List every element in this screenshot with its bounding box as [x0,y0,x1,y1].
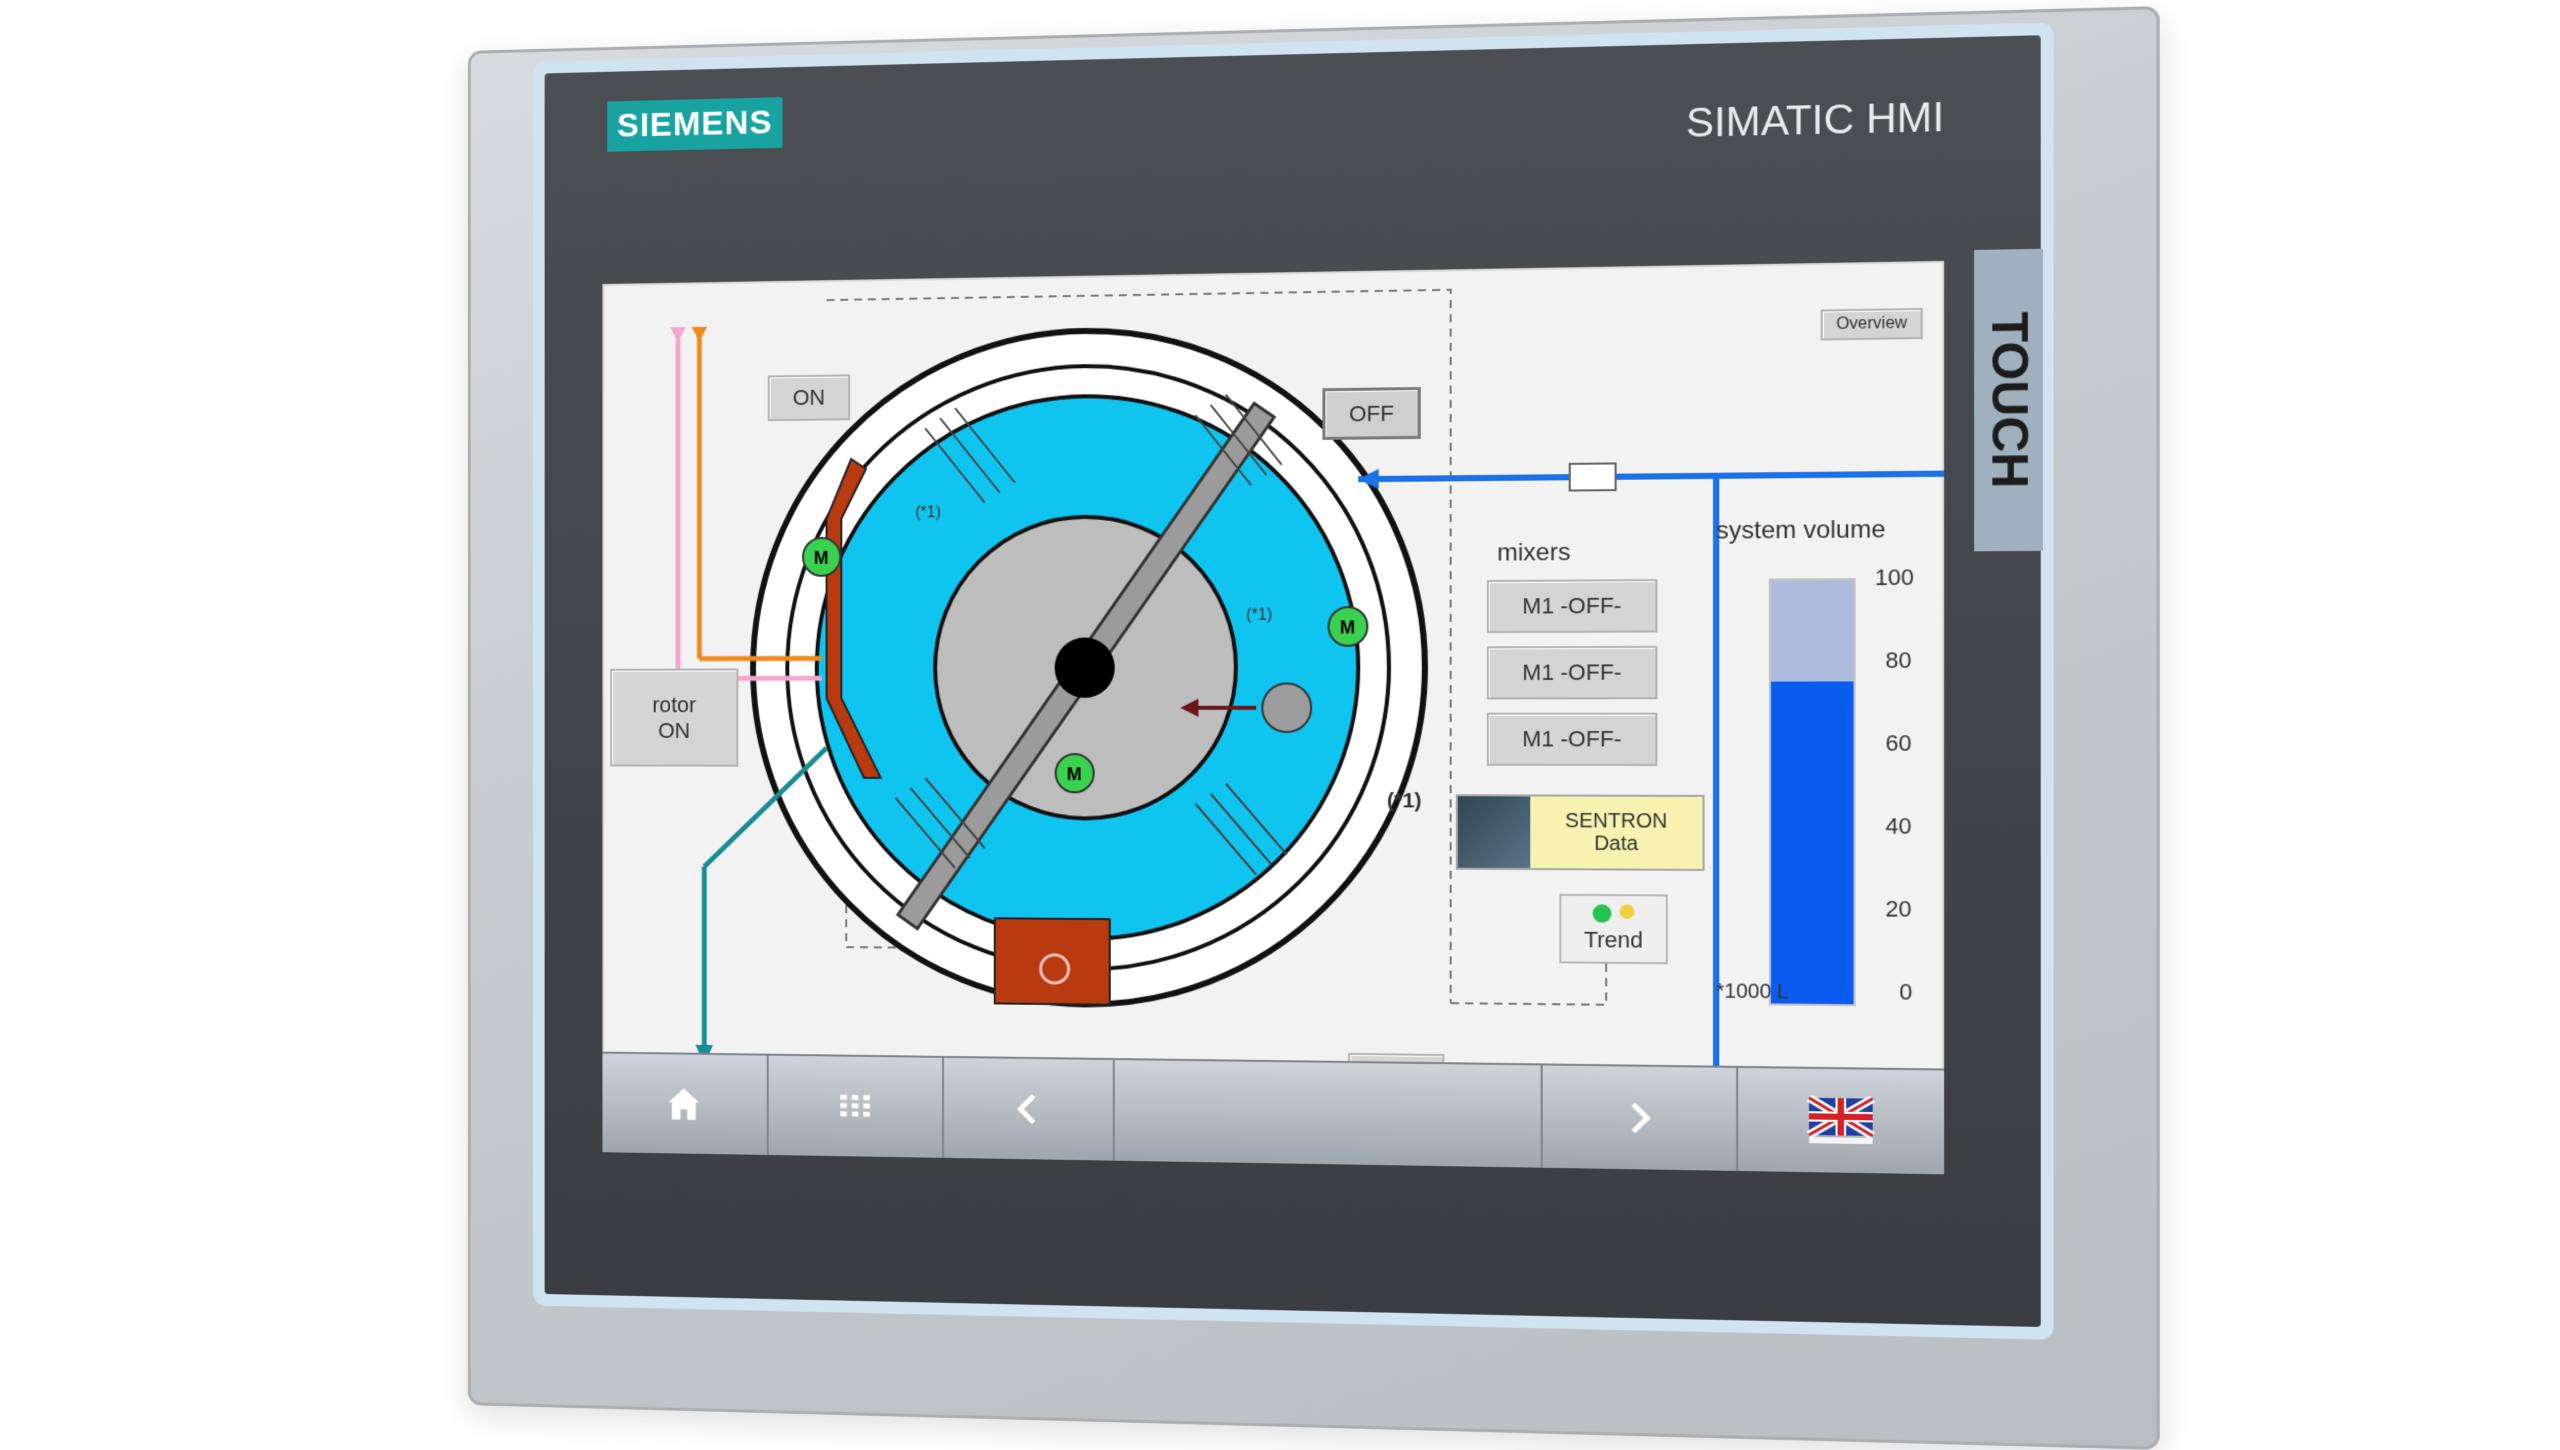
trend-label: Trend [1584,927,1643,954]
system-volume-empty [1771,580,1854,682]
hmi-screen: M M M [602,261,1944,1174]
chevron-right-icon [1618,1097,1660,1139]
green-indicator-icon [1593,904,1612,923]
volume-scale-60: 60 [1885,730,1911,757]
grid-icon [835,1086,874,1126]
hmi-device: SIEMENS SIMATIC HMI TOUCH [468,6,2160,1450]
mixer-status-1[interactable]: M1 -OFF- [1487,579,1658,633]
top-right-off-button[interactable]: OFF [1322,387,1420,440]
siemens-logo: SIEMENS [607,97,782,152]
uk-flag-icon [1807,1096,1875,1147]
touch-label: TOUCH [1974,249,2043,552]
volume-scale-40: 40 [1885,813,1911,840]
volume-unit: *1000 L [1716,980,1789,1004]
motor-marker-2: (*1) [1246,607,1272,625]
volume-scale-100: 100 [1875,564,1914,591]
top-left-on-button[interactable]: ON [768,374,850,421]
sentron-device-image [1458,796,1530,868]
volume-scale-80: 80 [1885,647,1911,674]
next-button[interactable] [1543,1065,1738,1170]
trend-indicators [1593,904,1635,923]
volume-scale-0: 0 [1899,979,1912,1006]
sentron-line-2: Data [1594,833,1638,856]
mixer-status-3[interactable]: M1 -OFF- [1487,713,1658,766]
chevron-left-icon [1008,1089,1048,1130]
device-model: SIMATIC HMI [1686,95,1944,147]
sentron-line-1: SENTRON [1565,810,1667,833]
sentron-marker: (*1) [1387,789,1422,814]
svg-text:M: M [1340,617,1355,638]
volume-scale-20: 20 [1885,896,1911,923]
system-volume-title: system volume [1716,516,1885,546]
previous-button[interactable] [944,1058,1114,1161]
display-bezel: SIEMENS SIMATIC HMI TOUCH [545,35,2041,1327]
grid-button[interactable] [768,1056,944,1158]
bottom-navigation [602,1052,1944,1175]
rotor-on-button[interactable]: rotor ON [610,668,738,766]
language-button[interactable] [1738,1068,1944,1174]
svg-text:M: M [814,548,829,568]
sentron-text: SENTRON Data [1530,796,1702,868]
yellow-indicator-icon [1620,904,1635,918]
mixers-title: mixers [1497,539,1570,568]
sentron-data-button[interactable]: SENTRON Data [1456,794,1705,871]
system-volume-bar [1769,578,1856,1006]
trend-button[interactable]: Trend [1559,894,1668,965]
mixer-status-2[interactable]: M1 -OFF- [1487,646,1658,700]
svg-text:M: M [1067,764,1082,784]
motor-marker-1: (*1) [915,504,941,522]
overview-button[interactable]: Overview [1821,308,1923,341]
nav-spacer [1115,1060,1543,1168]
home-icon [664,1083,705,1125]
system-volume-fill [1771,682,1854,1004]
home-button[interactable] [602,1054,768,1155]
